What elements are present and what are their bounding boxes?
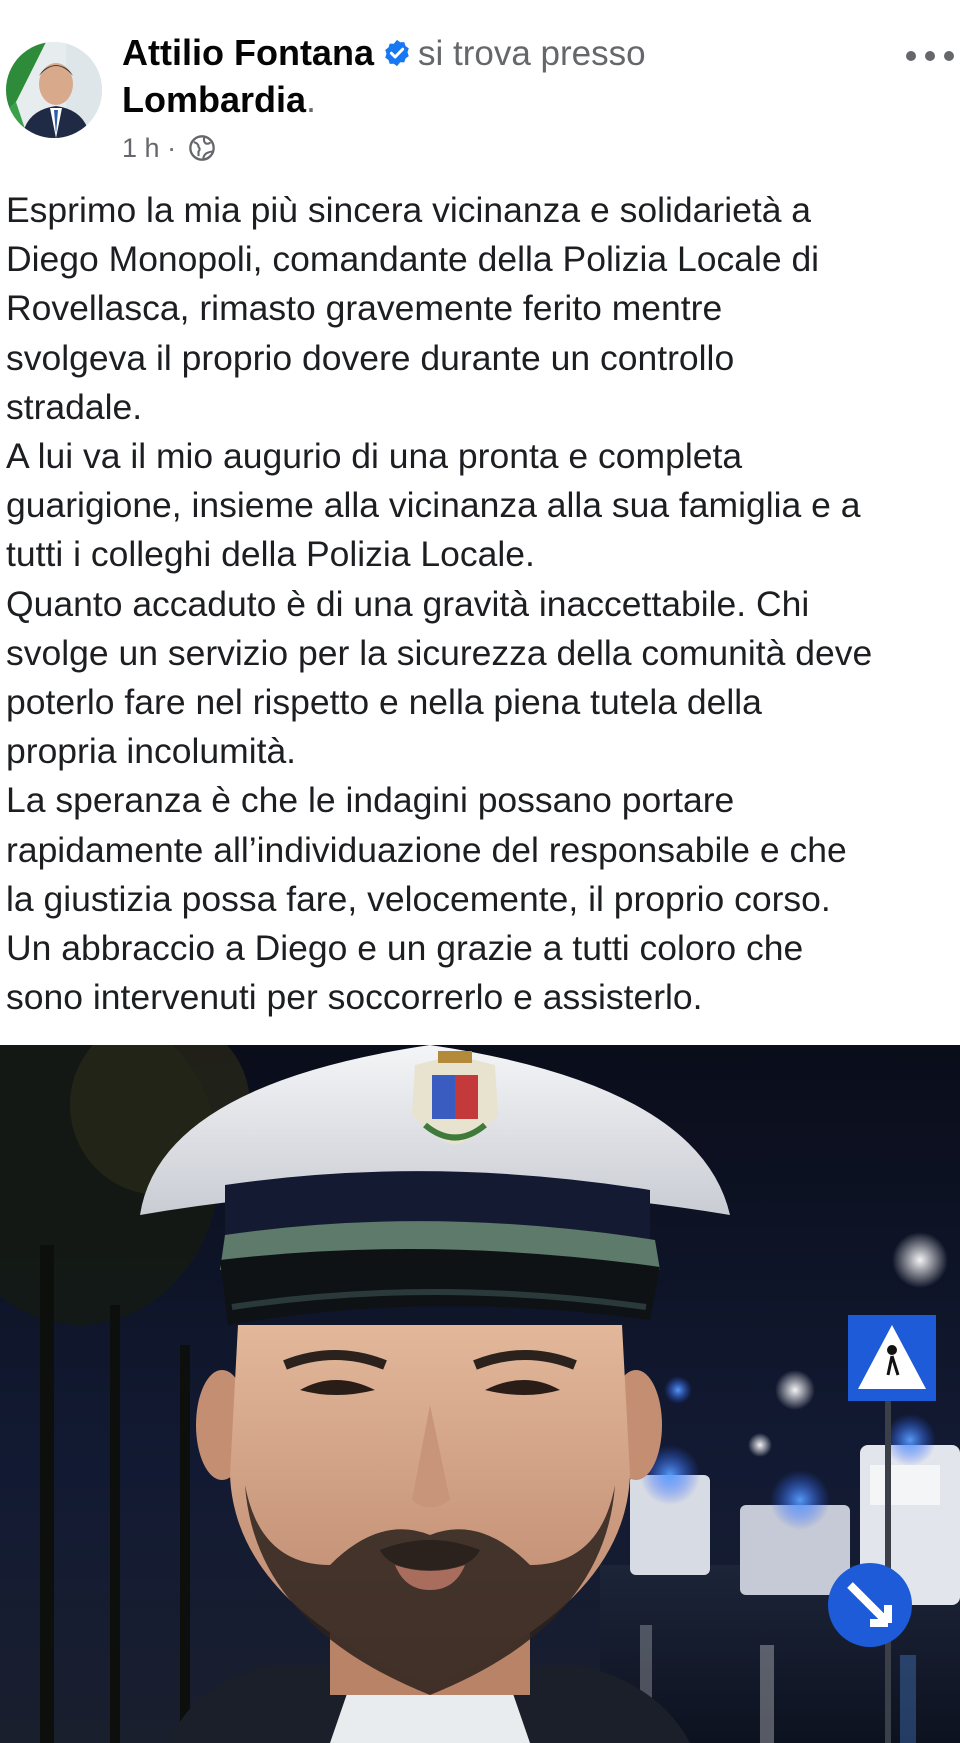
- more-dot: [925, 51, 935, 61]
- text-line: Esprimo la mia più sincera vicinanza e s…: [6, 190, 812, 230]
- text-line: poterlo fare nel rispetto e nella piena …: [6, 682, 762, 723]
- text-line: Quanto accaduto è di una gravità inaccet…: [6, 583, 810, 624]
- verified-badge-icon: [382, 33, 412, 67]
- text-line: sono intervenuti per soccorrerlo e assis…: [6, 977, 703, 1018]
- location-suffix: .: [306, 79, 317, 120]
- text-line: A lui va il mio augurio di una pronta e …: [6, 436, 743, 477]
- post-header: Attilio Fontana si trova presso Lombardia…: [0, 0, 960, 180]
- text-line: Diego Monopoli, comandante della Polizia…: [6, 239, 820, 280]
- text-line: Rovellasca, rimasto gravemente ferito me…: [6, 288, 723, 329]
- text-line: la giustizia possa fare, velocemente, il…: [6, 878, 831, 919]
- post-photo[interactable]: [0, 1045, 960, 1743]
- text-line: stradale.: [6, 386, 143, 427]
- text-line: guarigione, insieme alla vicinanza alla …: [6, 485, 861, 526]
- more-options-icon[interactable]: [906, 44, 954, 68]
- meta-separator: ·: [167, 133, 177, 163]
- text-line: propria incolumità.: [6, 731, 297, 772]
- post-meta: 1 h ·: [122, 130, 216, 166]
- text-line: tutti i colleghi della Polizia Locale.: [6, 534, 535, 575]
- location-prefix: si trova presso: [417, 34, 646, 73]
- globe-icon: [188, 134, 216, 162]
- author-avatar[interactable]: [6, 42, 102, 138]
- text-line: La speranza è che le indagini possano po…: [6, 780, 735, 821]
- post-time[interactable]: 1 h: [122, 133, 160, 163]
- text-line: svolgeva il proprio dovere durante un co…: [6, 337, 735, 378]
- author-line: Attilio Fontana si trova presso: [122, 30, 646, 77]
- more-dot: [944, 51, 954, 61]
- post-text: Esprimo la mia più sincera vicinanza e s…: [6, 186, 958, 1022]
- facebook-post: Attilio Fontana si trova presso Lombardia…: [0, 0, 960, 1743]
- more-dot: [906, 51, 916, 61]
- location-line: Lombardia.: [122, 77, 316, 123]
- text-line: svolge un servizio per la sicurezza dell…: [6, 632, 873, 673]
- text-line: rapidamente all’individuazione del respo…: [6, 829, 847, 870]
- location-link[interactable]: Lombardia: [122, 79, 306, 120]
- author-name[interactable]: Attilio Fontana: [122, 32, 374, 73]
- text-line: Un abbraccio a Diego e un grazie a tutti…: [6, 928, 804, 969]
